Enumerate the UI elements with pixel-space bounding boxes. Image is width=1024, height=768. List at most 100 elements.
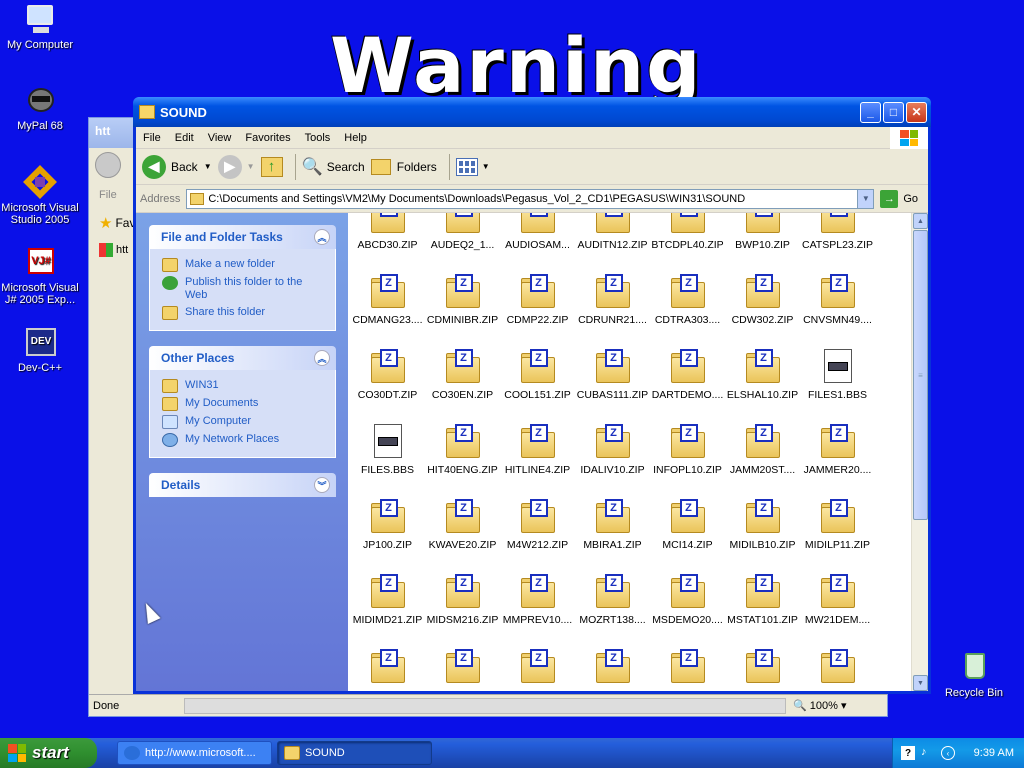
file-item[interactable]: FILES.BBS xyxy=(350,422,425,497)
file-item[interactable]: Z BTCDPL40.ZIP xyxy=(650,213,725,272)
bg-zoom[interactable]: 🔍 100% ▾ xyxy=(793,699,846,712)
place-my-documents[interactable]: My Documents xyxy=(162,397,323,411)
chevron-down-icon[interactable]: ▼ xyxy=(247,162,255,171)
taskbar-item-browser[interactable]: http://www.microsoft.... xyxy=(117,741,272,765)
place-my-network[interactable]: My Network Places xyxy=(162,433,323,447)
file-item[interactable]: Z xyxy=(425,647,500,691)
taskbar-item-sound[interactable]: SOUND xyxy=(277,741,432,765)
file-item[interactable]: Z DARTDEMO.... xyxy=(650,347,725,422)
desktop-icon-devcpp[interactable]: DEV Dev-C++ xyxy=(0,326,80,374)
file-item[interactable]: Z xyxy=(725,647,800,691)
file-item[interactable]: Z MIDSM216.ZIP xyxy=(425,572,500,647)
menu-view[interactable]: View xyxy=(201,132,239,144)
address-input[interactable]: C:\Documents and Settings\VM2\My Documen… xyxy=(186,188,875,209)
file-item[interactable]: Z KWAVE20.ZIP xyxy=(425,497,500,572)
scroll-up-icon[interactable]: ▲ xyxy=(913,213,928,229)
file-item[interactable]: Z CDMINIBR.ZIP xyxy=(425,272,500,347)
chevron-down-icon[interactable]: ▼ xyxy=(482,162,490,171)
file-item[interactable]: Z CNVSMN49.... xyxy=(800,272,875,347)
file-item[interactable]: Z CDW302.ZIP xyxy=(725,272,800,347)
file-item[interactable]: Z xyxy=(800,647,875,691)
file-item[interactable]: Z MMPREV10.... xyxy=(500,572,575,647)
file-item[interactable]: Z INFOPL10.ZIP xyxy=(650,422,725,497)
speaker-icon[interactable]: ♪ xyxy=(921,746,935,760)
file-item[interactable]: Z CDMP22.ZIP xyxy=(500,272,575,347)
scroll-down-icon[interactable]: ▼ xyxy=(913,675,928,691)
task-publish-folder[interactable]: Publish this folder to the Web xyxy=(162,276,323,302)
scroll-thumb[interactable]: ≡ xyxy=(913,230,928,520)
back-button[interactable]: ◀ Back ▼ xyxy=(142,154,212,179)
file-item[interactable]: Z xyxy=(575,647,650,691)
file-item[interactable]: Z MBIRA1.ZIP xyxy=(575,497,650,572)
collapse-icon[interactable]: ︽ xyxy=(314,229,330,245)
file-item[interactable]: Z MSDEMO20.... xyxy=(650,572,725,647)
title-bar[interactable]: SOUND _ □ ✕ xyxy=(133,97,931,127)
file-item[interactable]: Z M4W212.ZIP xyxy=(500,497,575,572)
go-button[interactable]: → Go xyxy=(880,189,918,208)
bg-back-icon[interactable] xyxy=(95,152,121,178)
file-item[interactable]: Z MCI14.ZIP xyxy=(650,497,725,572)
file-item[interactable]: Z ELSHAL10.ZIP xyxy=(725,347,800,422)
file-item[interactable]: Z CDTRA303.... xyxy=(650,272,725,347)
search-button[interactable]: 🔍 Search xyxy=(302,157,365,177)
panel-header[interactable]: File and Folder Tasks ︽ xyxy=(149,225,336,249)
file-item[interactable]: Z JP100.ZIP xyxy=(350,497,425,572)
help-icon[interactable]: ? xyxy=(901,746,915,760)
tray-expand-icon[interactable]: ‹ xyxy=(941,746,955,760)
desktop-icon-my-computer[interactable]: My Computer xyxy=(0,3,80,51)
file-item[interactable]: Z COOL151.ZIP xyxy=(500,347,575,422)
file-item[interactable]: Z AUDIOSAM... xyxy=(500,213,575,272)
file-item[interactable]: Z CDMANG23.... xyxy=(350,272,425,347)
place-my-computer[interactable]: My Computer xyxy=(162,415,323,429)
file-item[interactable]: Z MIDILB10.ZIP xyxy=(725,497,800,572)
file-item[interactable]: Z JAMMER20.... xyxy=(800,422,875,497)
file-item[interactable]: Z xyxy=(650,647,725,691)
menu-help[interactable]: Help xyxy=(337,132,374,144)
file-item[interactable]: Z AUDEQ2_1... xyxy=(425,213,500,272)
file-item[interactable]: FILES1.BBS xyxy=(800,347,875,422)
explorer-window[interactable]: SOUND _ □ ✕ File Edit View Favorites Too… xyxy=(133,97,931,694)
file-item[interactable]: Z CUBAS111.ZIP xyxy=(575,347,650,422)
file-item[interactable]: Z MIDIMD21.ZIP xyxy=(350,572,425,647)
task-make-new-folder[interactable]: Make a new folder xyxy=(162,258,323,272)
desktop-icon-recycle-bin[interactable]: Recycle Bin xyxy=(934,651,1014,699)
task-share-folder[interactable]: Share this folder xyxy=(162,306,323,320)
close-button[interactable]: ✕ xyxy=(906,101,927,123)
file-item[interactable]: Z JAMM20ST.... xyxy=(725,422,800,497)
file-item[interactable]: Z MW21DEM.... xyxy=(800,572,875,647)
expand-icon[interactable]: ︾ xyxy=(314,477,330,493)
file-item[interactable]: Z CDRUNR21.... xyxy=(575,272,650,347)
file-list-view[interactable]: Z ABCD30.ZIP Z AUDEQ2_1... Z AUDIOSAM... Z AUDI… xyxy=(348,213,928,691)
menu-file[interactable]: File xyxy=(136,132,168,144)
file-item[interactable]: Z AUDITN12.ZIP xyxy=(575,213,650,272)
file-item[interactable]: Z ABCD30.ZIP xyxy=(350,213,425,272)
file-item[interactable]: Z MSTAT101.ZIP xyxy=(725,572,800,647)
file-item[interactable]: Z CATSPL23.ZIP xyxy=(800,213,875,272)
desktop-icon-mypal[interactable]: MyPal 68 xyxy=(0,84,80,132)
file-item[interactable]: Z IDALIV10.ZIP xyxy=(575,422,650,497)
menu-tools[interactable]: Tools xyxy=(298,132,338,144)
desktop-icon-vj[interactable]: VJ# Microsoft Visual J# 2005 Exp... xyxy=(0,246,80,306)
file-item[interactable]: Z CO30EN.ZIP xyxy=(425,347,500,422)
file-item[interactable]: Z HITLINE4.ZIP xyxy=(500,422,575,497)
maximize-button[interactable]: □ xyxy=(883,101,904,123)
file-item[interactable]: Z MOZRT138.... xyxy=(575,572,650,647)
panel-header[interactable]: Details ︾ xyxy=(149,473,336,497)
file-item[interactable]: Z HIT40ENG.ZIP xyxy=(425,422,500,497)
views-button[interactable]: ▼ xyxy=(455,157,490,176)
place-win31[interactable]: WIN31 xyxy=(162,379,323,393)
collapse-icon[interactable]: ︽ xyxy=(314,350,330,366)
up-folder-button[interactable]: ↑ xyxy=(260,156,283,177)
panel-header[interactable]: Other Places ︽ xyxy=(149,346,336,370)
file-item[interactable]: Z CO30DT.ZIP xyxy=(350,347,425,422)
bg-link[interactable]: htt xyxy=(116,244,128,256)
menu-edit[interactable]: Edit xyxy=(168,132,201,144)
start-button[interactable]: start xyxy=(0,738,97,768)
chevron-down-icon[interactable]: ▼ xyxy=(204,162,212,171)
minimize-button[interactable]: _ xyxy=(860,101,881,123)
file-item[interactable]: Z BWP10.ZIP xyxy=(725,213,800,272)
chevron-down-icon[interactable]: ▼ xyxy=(857,189,874,208)
forward-button[interactable]: ▶ ▼ xyxy=(217,154,255,179)
menu-favorites[interactable]: Favorites xyxy=(238,132,297,144)
file-item[interactable]: Z MIDILP11.ZIP xyxy=(800,497,875,572)
